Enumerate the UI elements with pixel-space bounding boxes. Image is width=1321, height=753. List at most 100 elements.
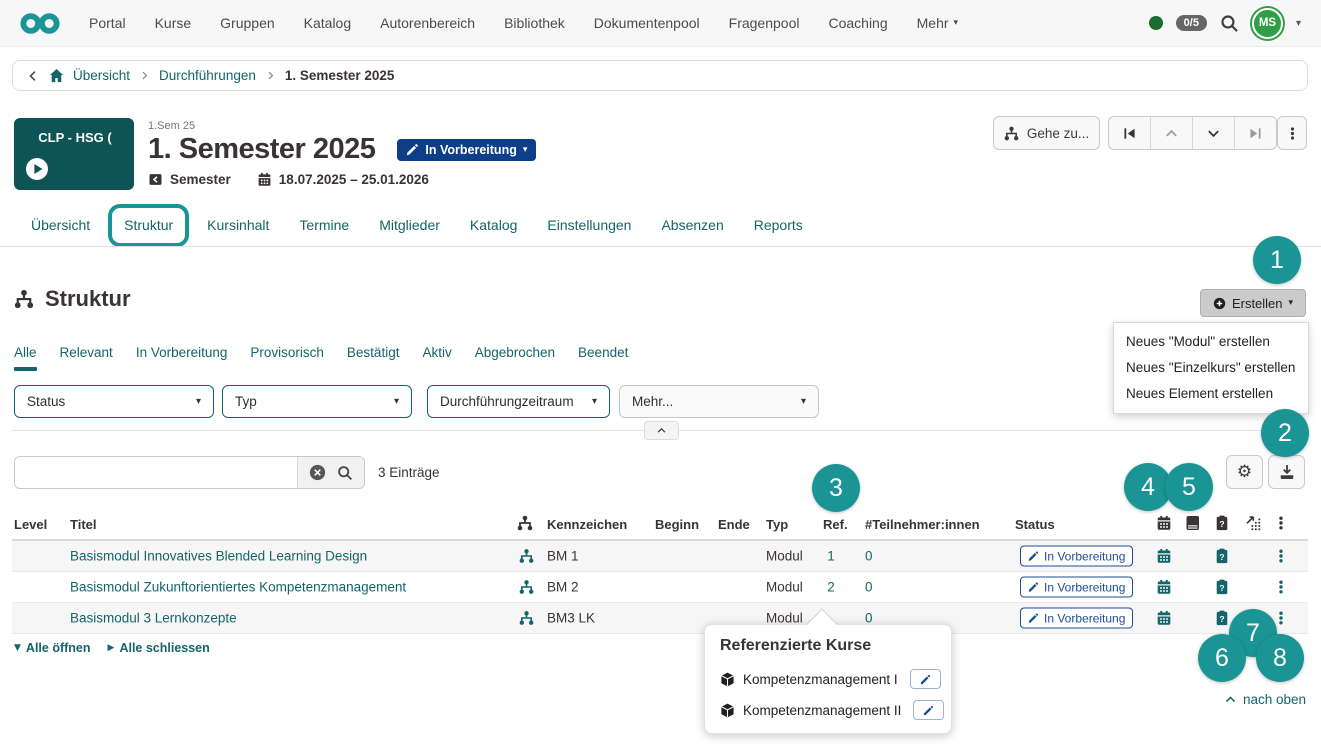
row-more-icon[interactable] <box>1273 579 1289 595</box>
row-teilnehmer-link[interactable]: 0 <box>865 549 873 564</box>
clear-search-icon[interactable] <box>309 464 326 481</box>
row-title-link[interactable]: Basismodul Innovatives Blended Learning … <box>70 549 367 564</box>
filter-tab-alle[interactable]: Alle <box>14 345 37 360</box>
tab-absenzen[interactable]: Absenzen <box>646 217 738 233</box>
status-dropdown-badge[interactable]: In Vorbereitung ▾ <box>397 139 536 161</box>
hierarchy-icon[interactable] <box>519 611 534 626</box>
nav-item-gruppen[interactable]: Gruppen <box>220 15 274 31</box>
first-record-button[interactable] <box>1109 117 1150 149</box>
edit-course-button[interactable] <box>913 700 944 720</box>
brand-logo-infinity-icon[interactable] <box>20 11 60 36</box>
menu-item-neues-element[interactable]: Neues Element erstellen <box>1114 381 1308 407</box>
search-icon[interactable] <box>1220 14 1239 33</box>
col-header-kennzeichen[interactable]: Kennzeichen <box>547 517 627 532</box>
row-clipboard-question-icon[interactable] <box>1214 548 1230 564</box>
row-ref-link[interactable]: 1 <box>822 549 840 564</box>
menu-item-neues-modul[interactable]: Neues "Modul" erstellen <box>1114 329 1308 355</box>
row-status-badge[interactable]: In Vorbereitung <box>1020 577 1133 598</box>
col-header-workflow-icon[interactable] <box>1245 515 1261 531</box>
row-status-badge[interactable]: In Vorbereitung <box>1020 608 1133 629</box>
tab-termine[interactable]: Termine <box>284 217 364 233</box>
col-header-titel[interactable]: Titel <box>70 517 97 532</box>
zeitraum-filter-dropdown[interactable]: Durchführungzeitraum▾ <box>427 385 610 418</box>
tab-reports[interactable]: Reports <box>739 217 818 233</box>
col-header-book-icon[interactable] <box>1185 515 1201 531</box>
goto-button[interactable]: Gehe zu... <box>993 116 1100 150</box>
play-icon[interactable] <box>25 157 49 181</box>
hierarchy-icon[interactable] <box>519 549 534 564</box>
next-record-button[interactable] <box>1192 117 1234 149</box>
tab-struktur[interactable]: Struktur <box>112 217 185 233</box>
nav-item-coaching[interactable]: Coaching <box>828 15 887 31</box>
row-calendar-icon[interactable] <box>1156 548 1172 564</box>
table-settings-gear-button[interactable]: ⚙ <box>1226 455 1263 489</box>
mehr-filter-dropdown[interactable]: Mehr...▾ <box>619 385 819 418</box>
filter-tab-provisorisch[interactable]: Provisorisch <box>250 345 324 360</box>
back-to-top-link[interactable]: nach oben <box>1224 692 1306 707</box>
nav-item-portal[interactable]: Portal <box>89 15 126 31</box>
home-icon[interactable] <box>49 68 64 83</box>
col-header-beginn[interactable]: Beginn <box>655 517 699 532</box>
filter-tab-in-vorbereitung[interactable]: In Vorbereitung <box>136 345 228 360</box>
header-more-actions-button[interactable] <box>1277 116 1307 150</box>
filter-tab-abgebrochen[interactable]: Abgebrochen <box>475 345 555 360</box>
table-row[interactable]: Basismodul Innovatives Blended Learning … <box>12 541 1308 572</box>
expand-all-link[interactable]: ▼Alle öffnen <box>14 641 91 655</box>
row-clipboard-question-icon[interactable] <box>1214 610 1230 626</box>
col-header-level[interactable]: Level <box>14 517 47 532</box>
col-header-more-icon[interactable] <box>1273 515 1289 531</box>
nav-item-bibliothek[interactable]: Bibliothek <box>504 15 565 31</box>
col-header-typ[interactable]: Typ <box>766 517 788 532</box>
filter-tab-relevant[interactable]: Relevant <box>60 345 113 360</box>
filter-tab-aktiv[interactable]: Aktiv <box>422 345 451 360</box>
row-more-icon[interactable] <box>1273 548 1289 564</box>
download-button[interactable] <box>1268 455 1305 489</box>
last-record-button[interactable] <box>1234 117 1276 149</box>
filter-tab-beendet[interactable]: Beendet <box>578 345 628 360</box>
col-header-hierarchy-icon[interactable] <box>517 515 533 531</box>
table-row[interactable]: Basismodul 3 Lernkonzepte BM3 LK Modul 0… <box>12 603 1308 634</box>
col-header-teilnehmer[interactable]: #Teilnehmer:innen <box>865 517 980 532</box>
profile-chevron-down-icon[interactable]: ▾ <box>1296 18 1301 29</box>
search-input[interactable] <box>15 457 297 488</box>
collapse-all-link[interactable]: ▶Alle schliessen <box>108 641 210 655</box>
nav-item-kurse[interactable]: Kurse <box>155 15 192 31</box>
row-teilnehmer-link[interactable]: 0 <box>865 580 873 595</box>
nav-item-mehr[interactable]: Mehr▾ <box>917 15 958 31</box>
filter-tab-bestaetigt[interactable]: Bestätigt <box>347 345 400 360</box>
col-header-clipboard-question-icon[interactable] <box>1214 515 1230 531</box>
avatar[interactable]: MS <box>1252 8 1283 39</box>
tab-uebersicht[interactable]: Übersicht <box>16 217 105 233</box>
tab-einstellungen[interactable]: Einstellungen <box>532 217 646 233</box>
course-thumbnail-tile[interactable]: CLP - HSG ( <box>14 118 134 190</box>
row-title-link[interactable]: Basismodul 3 Lernkonzepte <box>70 611 237 626</box>
breadcrumb-durchfuehrungen[interactable]: Durchführungen <box>159 68 256 83</box>
row-ref-link[interactable]: 2 <box>822 580 840 595</box>
row-calendar-icon[interactable] <box>1156 610 1172 626</box>
row-calendar-icon[interactable] <box>1156 579 1172 595</box>
tab-kursinhalt[interactable]: Kursinhalt <box>192 217 284 233</box>
status-filter-dropdown[interactable]: Status▾ <box>14 385 214 418</box>
nav-item-autorenbereich[interactable]: Autorenbereich <box>380 15 475 31</box>
menu-item-neues-einzelkurs[interactable]: Neues "Einzelkurs" erstellen <box>1114 355 1308 381</box>
nav-item-dokumentenpool[interactable]: Dokumentenpool <box>594 15 700 31</box>
col-header-ende[interactable]: Ende <box>718 517 750 532</box>
row-title-link[interactable]: Basismodul Zukunftorientiertes Kompetenz… <box>70 580 406 595</box>
breadcrumb-uebersicht[interactable]: Übersicht <box>73 68 130 83</box>
search-submit-icon[interactable] <box>337 465 353 481</box>
nav-item-katalog[interactable]: Katalog <box>304 15 351 31</box>
table-row[interactable]: Basismodul Zukunftorientiertes Kompetenz… <box>12 572 1308 603</box>
task-counter-badge[interactable]: 0/5 <box>1176 15 1207 31</box>
edit-course-button[interactable] <box>910 669 941 689</box>
nav-item-fragenpool[interactable]: Fragenpool <box>729 15 800 31</box>
typ-filter-dropdown[interactable]: Typ▾ <box>222 385 412 418</box>
col-header-calendar-icon[interactable] <box>1156 515 1172 531</box>
previous-record-button[interactable] <box>1150 117 1192 149</box>
tab-mitglieder[interactable]: Mitglieder <box>364 217 455 233</box>
col-header-status[interactable]: Status <box>1015 517 1055 532</box>
col-header-ref[interactable]: Ref. <box>823 517 848 532</box>
collapse-filters-button[interactable] <box>644 421 679 440</box>
create-button[interactable]: Erstellen ▾ <box>1200 289 1306 317</box>
back-chevron-icon[interactable] <box>26 69 40 83</box>
row-status-badge[interactable]: In Vorbereitung <box>1020 546 1133 567</box>
